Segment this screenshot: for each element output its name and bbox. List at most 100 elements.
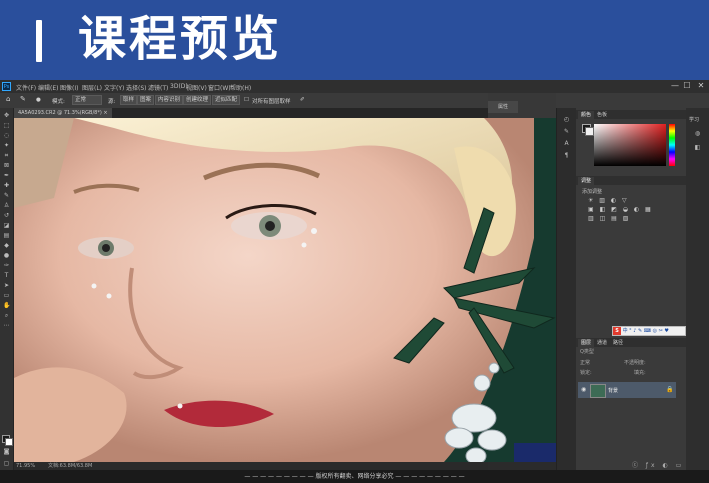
ime-toolbar[interactable]: S 中 ° ♪ ✎ ⌨ ◎ ✂ ♥ [612,326,686,336]
document-tab-close-icon[interactable]: × [103,110,107,116]
proximity-match-button[interactable]: 近似匹配 [212,95,241,105]
document-tab-label: 4A5A0293.CR2 @ 71.3%(RGB/8*) [18,110,102,116]
banner-accent-bar [36,20,42,62]
menu-edit[interactable]: 编辑(E) [38,83,58,92]
eraser-tool-icon[interactable]: ◪ [3,222,10,229]
eyedropper-tool-icon[interactable]: ✒ [3,172,10,179]
paragraph-panel-icon[interactable]: ¶ [563,152,570,159]
menu-filter[interactable]: 滤镜(T) [148,83,168,92]
source-label: 源: [108,99,116,105]
tab-paths[interactable]: 路径 [610,339,626,347]
pen-tool-icon[interactable]: ✑ [3,262,10,269]
tab-channels[interactable]: 通道 [594,339,610,347]
document-canvas[interactable] [14,118,556,462]
dodge-tool-icon[interactable]: ● [3,252,10,259]
layer-row-background[interactable]: ◉ 背景 🔒 [578,382,676,398]
opacity-label: 不透明度: [624,360,646,366]
mode-label: 模式: [52,99,65,105]
type-tool-icon[interactable]: T [3,272,10,279]
zoom-tool-icon[interactable]: ⌕ [3,312,10,319]
brush-tool-icon[interactable]: ✎ [3,192,10,199]
sample-button[interactable]: 取样 [120,95,138,105]
quick-mask-icon[interactable]: ◙ [3,448,10,455]
color-panel-tabs: 颜色 色板 [576,110,686,119]
add-adjustment-label: 添加调整 [582,189,603,195]
gradient-tool-icon[interactable]: ▤ [3,232,10,239]
sample-all-checkbox[interactable]: ☐ [244,97,249,103]
pressure-icon[interactable]: ✐ [300,97,305,103]
libraries-panel-icon[interactable]: ◧ [694,144,701,151]
background-color-swatch[interactable] [5,438,13,446]
visibility-eye-icon[interactable]: ◉ [581,386,586,393]
menu-view[interactable]: 视图(V) [186,83,207,92]
blur-tool-icon[interactable]: ◆ [3,242,10,249]
color-panel-background-swatch[interactable] [585,127,594,136]
clone-stamp-tool-icon[interactable]: ♙ [3,202,10,209]
layer-kind-filter[interactable]: Q类型 [580,348,594,355]
menu-file[interactable]: 文件(F) [16,83,36,92]
minimize-icon[interactable]: — [670,81,680,91]
zoom-level[interactable]: 71.95% [16,462,35,470]
hue-slider[interactable] [669,124,675,166]
mode-select[interactable]: 正常 [72,95,102,105]
layer-thumbnail [590,384,606,398]
learn-panel-label[interactable]: 学习 [689,116,699,123]
adjustment-row-3[interactable]: ▥ ◫ ▤ ▧ [588,214,658,223]
tab-adjustments[interactable]: 调整 [578,177,595,185]
tab-layers[interactable]: 图层 [578,339,595,347]
rectangle-tool-icon[interactable]: ▭ [3,292,10,299]
document-info[interactable]: 文档:63.8M/63.8M [48,462,92,470]
photoshop-window: Ps 文件(F) 编辑(E) 图像(I) 图层(L) 文字(Y) 选择(S) 滤… [0,80,709,483]
close-icon[interactable]: ✕ [696,81,706,91]
create-texture-button[interactable]: 创建纹理 [183,95,212,105]
layers-panel-tabs: 图层 通道 路径 [576,338,686,347]
quick-select-tool-icon[interactable]: ✦ [3,142,10,149]
properties-tab[interactable]: 属性 [488,101,518,113]
history-brush-tool-icon[interactable]: ↺ [3,212,10,219]
history-panel-icon[interactable]: ◴ [563,116,570,123]
color-picker-field[interactable] [594,124,666,166]
move-tool-icon[interactable]: ✥ [3,112,10,119]
options-bar: ⌂ ✎ ● 模式: 正常 源: 取样 图案 内容识别 创建纹理 近似匹配 ☐ 对… [0,93,709,109]
hand-tool-icon[interactable]: ✋ [3,302,10,309]
frame-tool-icon[interactable]: ⊠ [3,162,10,169]
marquee-tool-icon[interactable]: ⬚ [3,122,10,129]
tab-swatches[interactable]: 色板 [594,111,610,119]
adjustment-row-1[interactable]: ☀ ▥ ◐ ▽ [588,196,658,205]
menu-image[interactable]: 图像(I) [60,83,78,92]
patch-tool-icon[interactable]: ✎ [20,95,26,103]
brush-preset-icon[interactable]: ● [36,97,41,103]
menu-select[interactable]: 选择(S) [126,83,147,92]
content-aware-button[interactable]: 内容识别 [155,95,184,105]
properties-dock: 属性 [488,93,556,118]
layer-lock-icon: 🔒 [666,386,674,393]
course-preview-banner: 课程预览 [0,0,709,80]
collapsed-panel-strip: ◴ ✎ A ¶ [556,108,577,470]
menu-bar: Ps 文件(F) 编辑(E) 图像(I) 图层(L) 文字(Y) 选择(S) 滤… [0,80,709,93]
adjustment-icons: ☀ ▥ ◐ ▽ ▣ ◧ ◩ ◒ ◐ ▦ ▥ ◫ ▤ ▧ [588,196,658,223]
menu-type[interactable]: 文字(Y) [104,83,124,92]
pattern-button[interactable]: 图案 [137,95,155,105]
lock-label: 锁定: [580,370,592,376]
lasso-tool-icon[interactable]: ◌ [3,132,10,139]
learn-panel-icon[interactable]: ◍ [694,130,701,137]
more-tools-icon[interactable]: ⋯ [3,322,10,329]
menu-window[interactable]: 窗口(W) [208,83,231,92]
brush-settings-icon[interactable]: ✎ [563,128,570,135]
path-select-tool-icon[interactable]: ➤ [3,282,10,289]
crop-tool-icon[interactable]: ⌗ [3,152,10,159]
blend-mode-select[interactable]: 正常 [580,359,590,366]
document-tab[interactable]: 4A5A0293.CR2 @ 71.3%(RGB/8*) × [14,108,112,118]
adjustment-row-2[interactable]: ▣ ◧ ◩ ◒ ◐ ▦ [588,205,658,214]
menu-help[interactable]: 帮助(H) [230,83,251,92]
fill-label: 填充: [634,370,646,376]
character-panel-icon[interactable]: A [563,140,570,147]
menu-layer[interactable]: 图层(L) [82,83,102,92]
layer-name: 背景 [608,388,619,394]
screen-mode-icon[interactable]: ▢ [3,460,10,467]
tab-color[interactable]: 颜色 [578,111,595,119]
healing-brush-tool-icon[interactable]: ✚ [3,182,10,189]
maximize-icon[interactable]: ☐ [682,81,692,91]
ime-toolbar-buttons[interactable]: 中 ° ♪ ✎ ⌨ ◎ ✂ ♥ [623,328,669,334]
home-icon[interactable]: ⌂ [6,95,10,103]
